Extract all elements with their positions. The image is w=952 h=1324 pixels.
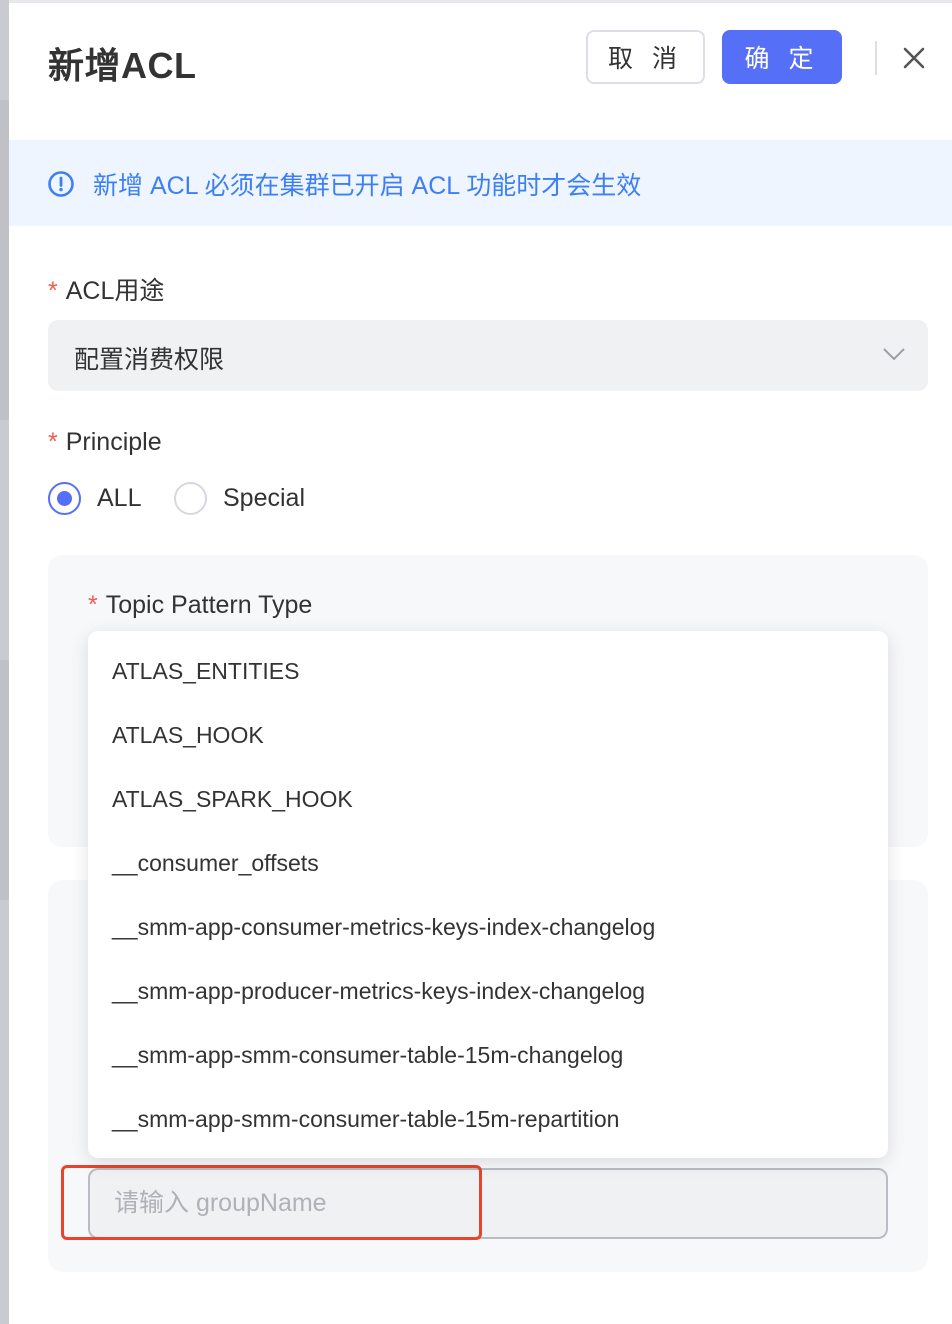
radio-unchecked-icon[interactable]: [174, 482, 207, 515]
acl-usage-select[interactable]: 配置消费权限: [48, 320, 928, 391]
dropdown-option[interactable]: __smm-app-smm-consumer-table-15m-changel…: [88, 1023, 888, 1087]
principle-radio-special[interactable]: Special: [174, 482, 305, 515]
dropdown-option[interactable]: __consumer_offsets: [88, 831, 888, 895]
radio-label-special: Special: [223, 484, 305, 512]
info-circle-icon: [48, 171, 74, 197]
cancel-button[interactable]: 取 消: [586, 30, 705, 84]
close-icon[interactable]: [899, 43, 929, 73]
topic-pattern-type-label-text: Topic Pattern Type: [105, 591, 313, 619]
confirm-button[interactable]: 确 定: [722, 30, 842, 84]
principle-label-text: Principle: [65, 428, 162, 456]
drawer-title: 新增ACL: [48, 45, 197, 86]
dropdown-option[interactable]: ATLAS_SPARK_HOOK: [88, 767, 888, 831]
dropdown-option[interactable]: ATLAS_ENTITIES: [88, 639, 888, 703]
acl-usage-value: 配置消费权限: [74, 346, 225, 374]
topic-dropdown: ATLAS_ENTITIES ATLAS_HOOK ATLAS_SPARK_HO…: [88, 631, 888, 1158]
chevron-down-icon: [883, 348, 905, 361]
required-mark: *: [48, 428, 58, 456]
required-mark: *: [88, 591, 98, 619]
dropdown-option[interactable]: __smm-app-consumer-metrics-keys-index-ch…: [88, 895, 888, 959]
background-page-block: [0, 100, 9, 420]
radio-label-all: ALL: [97, 484, 142, 512]
dropdown-option[interactable]: ATLAS_HOOK: [88, 703, 888, 767]
info-alert: 新增 ACL 必须在集群已开启 ACL 功能时才会生效: [9, 140, 952, 226]
alert-message: 新增 ACL 必须在集群已开启 ACL 功能时才会生效: [93, 172, 642, 200]
dropdown-option[interactable]: __smm-app-smm-consumer-table-15m-reparti…: [88, 1087, 888, 1151]
dropdown-option[interactable]: __smm-app-producer-metrics-keys-index-ch…: [88, 959, 888, 1023]
acl-usage-label-text: ACL用途: [65, 277, 165, 305]
topic-pattern-type-label: * Topic Pattern Type: [88, 591, 312, 620]
radio-checked-icon[interactable]: [48, 482, 81, 515]
drawer-header: 新增ACL 取 消 确 定: [9, 3, 952, 115]
background-page-block: [0, 660, 9, 900]
principle-radio-all[interactable]: ALL: [48, 482, 141, 515]
principle-label: * Principle: [48, 428, 162, 457]
acl-drawer: 新增ACL 取 消 确 定 新增 ACL 必须在集群已开启 ACL 功能时才会生…: [9, 0, 952, 1324]
acl-usage-label: * ACL用途: [48, 271, 164, 307]
group-name-input[interactable]: [88, 1168, 888, 1239]
required-mark: *: [48, 277, 58, 305]
background-page-edge: [0, 0, 9, 1324]
header-divider: [875, 41, 877, 75]
